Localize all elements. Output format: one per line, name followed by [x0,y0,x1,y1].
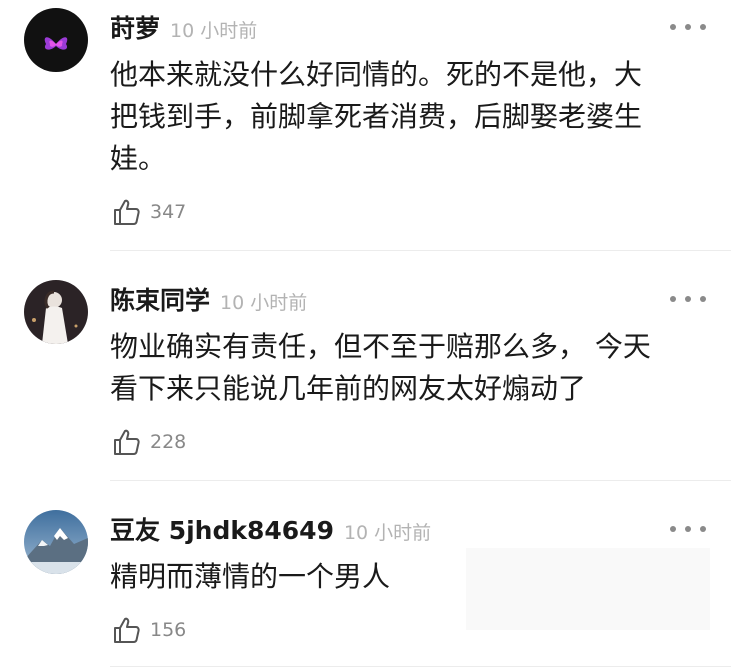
snowy-mountain-avatar-icon [24,510,88,574]
avatar[interactable] [24,8,88,72]
username-text[interactable]: 豆友 5jhdk84649 [110,516,334,545]
timestamp: 10 小时前 [220,292,308,314]
purple-butterfly-avatar-icon [24,8,88,72]
divider [110,480,731,481]
comment-text: 物业确实有责任，但不至于赔那么多， 今天 看下来只能说几年前的网友太好煽动了 [110,326,710,410]
username-text[interactable]: 莳萝 [110,14,160,43]
comment-line: 娃。 [110,142,167,175]
like-count: 228 [150,431,187,453]
comment-text: 精明而薄情的一个男人 [110,556,710,598]
comment-line: 精明而薄情的一个男人 [110,560,391,593]
thumbs-up-icon [114,199,140,225]
divider [110,666,731,667]
like-button[interactable]: 347 [112,196,186,228]
white-dress-person-avatar-icon [24,280,88,344]
username-text[interactable]: 陈束同学 [110,286,210,315]
divider [110,250,731,251]
more-dots-icon[interactable] [670,22,706,32]
username[interactable]: 陈束同学 10 小时前 [110,286,307,318]
avatar[interactable] [24,510,88,574]
timestamp: 10 小时前 [343,522,432,544]
thumbs-up-icon [114,617,140,643]
timestamp: 10 小时前 [170,20,258,42]
more-dots-icon[interactable] [670,294,706,304]
like-button[interactable]: 156 [112,614,186,646]
comment-line: 物业确实有责任，但不至于赔那么多， 今天 [110,330,651,363]
username[interactable]: 豆友 5jhdk84649 10 小时前 [110,516,431,548]
comment-line: 把钱到手，前脚拿死者消费，后脚娶老婆生 [110,100,643,133]
avatar[interactable] [24,280,88,344]
like-count: 347 [150,201,187,223]
username[interactable]: 莳萝 10 小时前 [110,14,257,46]
comment-text: 他本来就没什么好同情的。死的不是他，大 把钱到手，前脚拿死者消费，后脚娶老婆生 … [110,54,710,180]
like-button[interactable]: 228 [112,426,186,458]
comment-line: 他本来就没什么好同情的。死的不是他，大 [110,58,643,91]
comment-line: 看下来只能说几年前的网友太好煽动了 [110,372,587,405]
thumbs-up-icon [114,429,140,455]
like-count: 156 [150,619,187,641]
more-dots-icon[interactable] [670,524,706,534]
